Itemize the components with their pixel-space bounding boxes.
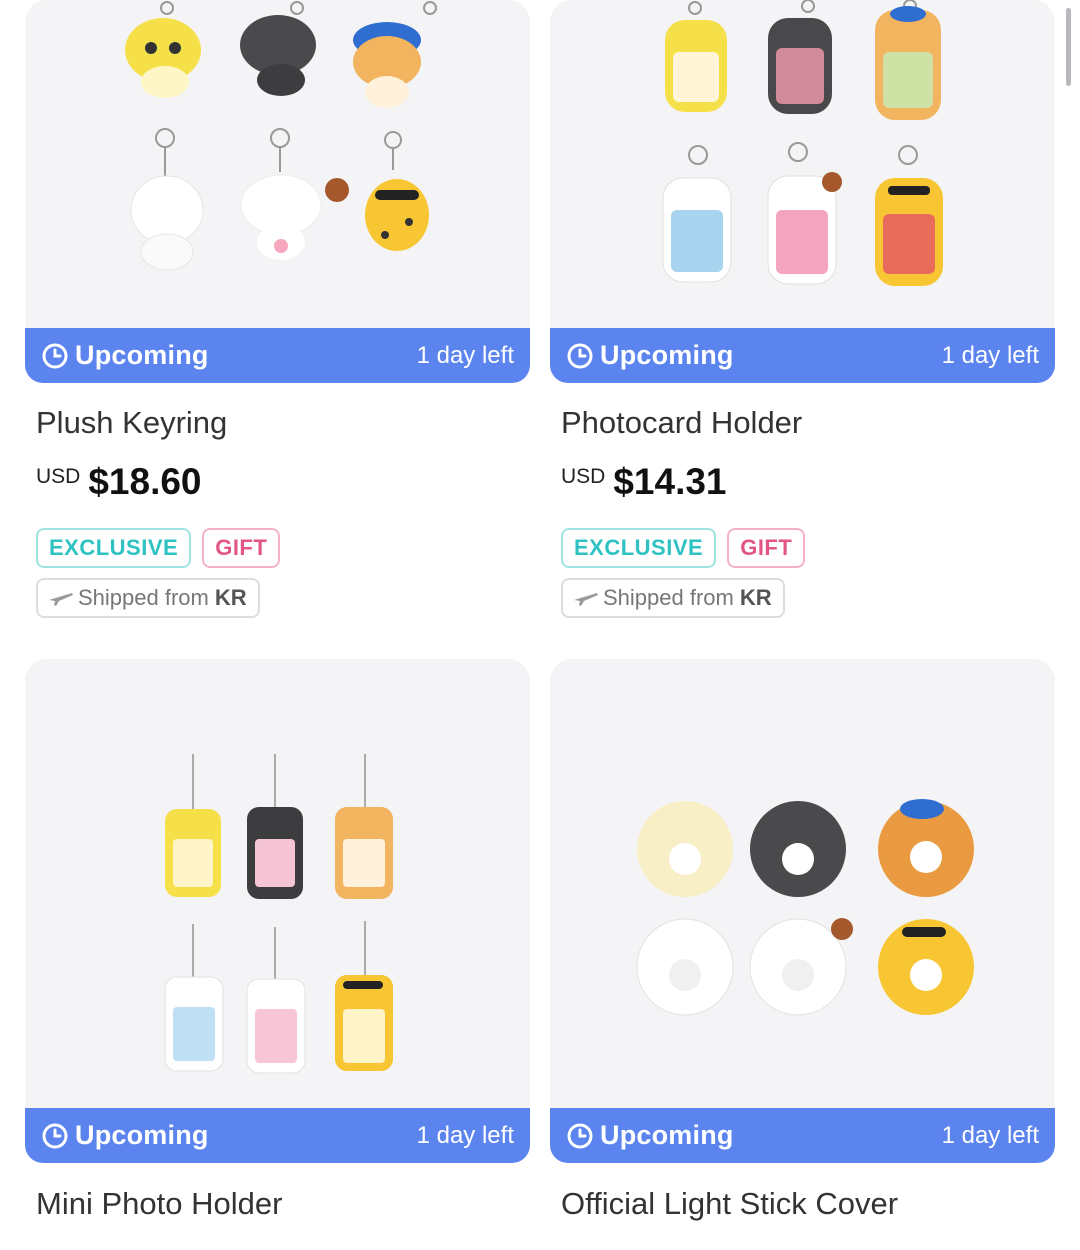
shipping-badge: Shipped from KR	[36, 578, 260, 618]
price-amount: $14.31	[613, 461, 727, 502]
holder-white-dog	[662, 177, 732, 283]
cover-leopard-duck	[878, 919, 974, 1015]
holder-leopard-duck	[875, 178, 943, 286]
product-image-photocard-holder[interactable]	[550, 0, 1055, 328]
mini-holder-yellow-cat	[165, 809, 221, 897]
mini-holder-white-dog	[164, 976, 224, 1072]
shipping-badge: Shipped from KR	[561, 578, 785, 618]
status-bar: Upcoming 1 day left	[550, 1108, 1055, 1163]
product-image-mini-photo-holder[interactable]	[25, 659, 530, 1109]
gift-tag: GIFT	[202, 528, 281, 568]
shipping-prefix: Shipped from	[78, 585, 209, 610]
plush-white-cat	[240, 174, 349, 260]
price: USD $14.31	[561, 461, 727, 503]
clock-icon	[567, 1123, 593, 1148]
days-left: 1 day left	[941, 341, 1039, 369]
cover-yellow-cat	[637, 801, 733, 897]
holder-black-cat	[768, 18, 832, 114]
clock-icon	[42, 1123, 68, 1148]
product-name[interactable]: Official Light Stick Cover	[561, 1186, 898, 1222]
product-image-light-stick-cover[interactable]	[550, 659, 1055, 1109]
holder-white-cat	[767, 172, 842, 285]
status-label: Upcoming	[75, 340, 209, 370]
product-image-plush-keyring[interactable]	[25, 0, 530, 328]
price: USD $18.60	[36, 461, 202, 503]
product-name[interactable]: Mini Photo Holder	[36, 1186, 282, 1222]
days-left: 1 day left	[416, 1121, 514, 1149]
price-amount: $18.60	[88, 461, 202, 502]
shipping-prefix: Shipped from	[603, 585, 734, 610]
scrollbar[interactable]	[1066, 8, 1071, 86]
airplane-icon	[574, 593, 598, 606]
airplane-icon	[49, 593, 73, 606]
plush-leopard-duck	[365, 179, 429, 251]
status-label: Upcoming	[75, 1120, 209, 1150]
mini-holder-black-cat	[247, 807, 303, 899]
currency: USD	[36, 465, 81, 488]
status-label: Upcoming	[600, 340, 734, 370]
days-left: 1 day left	[941, 1121, 1039, 1149]
exclusive-tag: EXCLUSIVE	[561, 528, 717, 568]
product-name[interactable]: Photocard Holder	[561, 405, 802, 441]
status-bar: Upcoming 1 day left	[25, 1108, 530, 1163]
product-grid: Upcoming 1 day left Plush Keyring USD $1…	[0, 0, 1080, 1250]
plush-yellow-cat	[125, 18, 201, 98]
plush-white-dog	[130, 175, 204, 271]
plush-shiba-cap	[353, 22, 421, 108]
holder-shiba	[875, 6, 941, 120]
days-left: 1 day left	[416, 341, 514, 369]
tag-list: EXCLUSIVE GIFT	[36, 528, 281, 568]
status-bar: Upcoming 1 day left	[550, 328, 1055, 383]
mini-holder-leopard-duck	[335, 975, 393, 1071]
mini-holder-white-cat	[246, 978, 306, 1074]
cover-black-cat	[750, 801, 846, 897]
status-label: Upcoming	[600, 1120, 734, 1150]
gift-tag: GIFT	[727, 528, 806, 568]
clock-icon	[42, 343, 68, 368]
status-bar: Upcoming 1 day left	[25, 328, 530, 383]
cover-white-dog	[636, 918, 734, 1016]
cover-shiba	[878, 799, 974, 897]
currency: USD	[561, 465, 606, 488]
tag-list: EXCLUSIVE GIFT	[561, 528, 806, 568]
cover-white-cat	[749, 918, 853, 1016]
shipping-origin: KR	[214, 585, 247, 610]
mini-holder-shiba	[335, 807, 393, 899]
holder-yellow-cat	[665, 20, 727, 112]
plush-black-cat	[240, 15, 316, 96]
shipping-origin: KR	[739, 585, 772, 610]
exclusive-tag: EXCLUSIVE	[36, 528, 192, 568]
product-name[interactable]: Plush Keyring	[36, 405, 227, 441]
clock-icon	[567, 343, 593, 368]
